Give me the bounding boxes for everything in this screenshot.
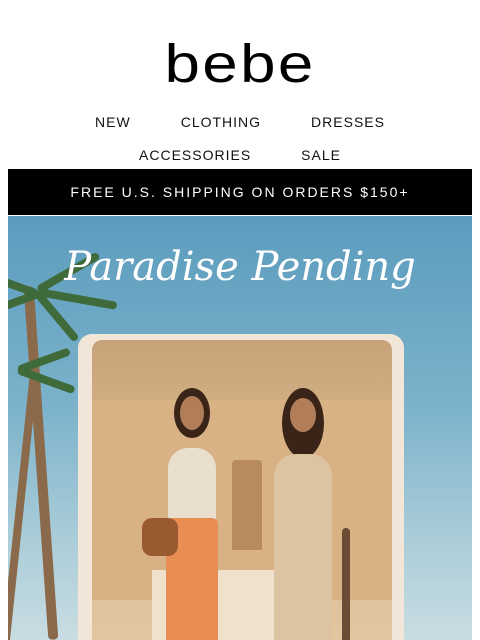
nav-item-dresses[interactable]: DRESSES (311, 114, 385, 130)
hero-photo (92, 340, 392, 640)
hero-title: Paradise Pending (64, 244, 416, 290)
nav-item-new[interactable]: NEW (95, 114, 131, 130)
logo-link[interactable]: bebe (0, 36, 480, 92)
model-left (142, 388, 236, 640)
nav-item-accessories[interactable]: ACCESSORIES (139, 147, 251, 163)
hero-banner[interactable]: Paradise Pending (8, 216, 472, 640)
promo-text: FREE U.S. SHIPPING ON ORDERS $150+ (70, 184, 410, 200)
nav-item-sale[interactable]: SALE (301, 147, 341, 163)
main-nav-row-1: NEW CLOTHING DRESSES (0, 114, 480, 130)
promo-banner[interactable]: FREE U.S. SHIPPING ON ORDERS $150+ (8, 169, 472, 215)
model-right (252, 388, 352, 640)
nav-item-clothing[interactable]: CLOTHING (181, 114, 261, 130)
main-nav-row-2: ACCESSORIES SALE (0, 147, 480, 163)
brand-logo: bebe (164, 34, 316, 94)
